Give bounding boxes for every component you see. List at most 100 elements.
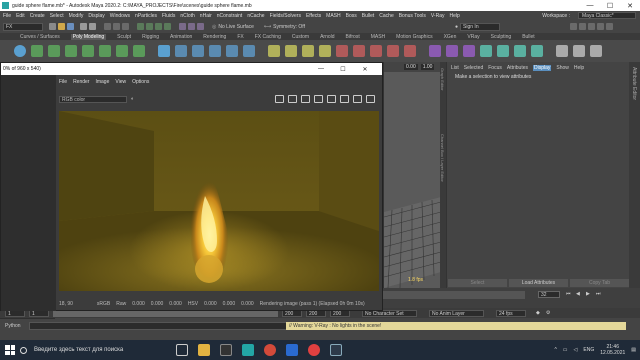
menu-bonus-tools[interactable]: Bonus Tools [399,13,426,19]
shelf-tab-poly-modeling[interactable]: Poly Modeling [70,33,107,40]
attribute-editor-tab[interactable]: Attribute Editor [629,62,640,288]
auto-map-icon[interactable] [463,45,475,57]
maya-taskbar-icon[interactable] [242,344,254,356]
scene-viewport[interactable]: 0.00 1.00 1.8 fps [383,62,441,288]
render-icon[interactable] [179,23,186,30]
stop-render-icon[interactable] [366,95,375,103]
yandex-browser-icon[interactable] [308,344,320,356]
color-wheel-icon[interactable]: ◐ [131,96,134,102]
render-maximize-button[interactable]: ☐ [332,66,354,73]
select-button[interactable]: Select [448,279,507,287]
new-scene-icon[interactable] [49,23,56,30]
center-pivot-icon[interactable] [590,45,602,57]
status-hsv[interactable]: HSV [188,301,198,307]
menu-file[interactable]: File [3,13,11,19]
poly-plane-icon[interactable] [99,45,111,57]
rewind-icon[interactable]: ⏮ [566,291,571,297]
insert-edge-loop-icon[interactable] [387,45,399,57]
panel-toggle-icon[interactable] [597,23,605,30]
copy-tab-button[interactable]: Copy Tab [570,279,629,287]
menu-edit[interactable]: Edit [16,13,25,19]
save-scene-icon[interactable] [67,23,74,30]
bevel-icon[interactable] [302,45,314,57]
super-shape-icon[interactable] [158,45,170,57]
freeze-icon[interactable] [573,45,585,57]
open-scene-icon[interactable] [58,23,65,30]
shelf-tab-bifrost[interactable]: Bifrost [346,34,360,40]
attr-menu-show[interactable]: Show [556,65,569,71]
sign-in-select[interactable]: Sign In [460,22,501,31]
menu-cache[interactable]: Cache [379,13,393,19]
clear-image-icon[interactable] [301,95,310,103]
ipr-icon[interactable] [353,95,362,103]
close-button[interactable]: ✕ [620,2,640,10]
shelf-tab-animation[interactable]: Animation [170,34,192,40]
save-image-icon[interactable] [275,95,284,103]
rw-menu-options[interactable]: Options [132,79,149,85]
menuset-select[interactable]: FX [3,22,43,31]
platonic-solid-icon[interactable] [133,45,145,57]
cleanup-icon[interactable] [531,45,543,57]
attr-menu-focus[interactable]: Focus [488,65,502,71]
menu-create[interactable]: Create [30,13,45,19]
command-input[interactable] [28,322,287,330]
extrude-icon[interactable] [268,45,280,57]
shelf-tab-fx-caching[interactable]: FX Caching [255,34,281,40]
shelf-tab-motion-graphics[interactable]: Motion Graphics [396,34,432,40]
shelf-tab-vray[interactable]: VRay [467,34,479,40]
anim-layer-select[interactable]: No Anim Layer [429,309,484,317]
shelf-tab-curves[interactable]: Curves / Surfaces [20,34,60,40]
harden-edge-icon[interactable] [497,45,509,57]
menu-select[interactable]: Select [50,13,64,19]
redo-icon[interactable] [89,23,96,30]
panel-toggle-icon[interactable] [606,23,614,30]
load-attributes-button[interactable]: Load Attributes [509,279,568,287]
poly-cube-icon[interactable] [31,45,43,57]
shelf-tab-bullet[interactable]: Bullet [522,34,535,40]
shelf-tab-xgen[interactable]: XGen [444,34,457,40]
status-raw[interactable]: Raw [116,301,126,307]
select-tool-icon[interactable] [104,23,111,30]
snap-curve-icon[interactable] [146,23,153,30]
render-image[interactable] [59,111,379,291]
symmetry-label[interactable]: Symmetry: Off [273,24,305,30]
snap-point-icon[interactable] [155,23,162,30]
menu-ncloth[interactable]: nCloth [180,13,194,19]
symmetry-icon[interactable]: ⟷ [264,24,271,30]
file-explorer-icon[interactable] [198,344,210,356]
menu-boss[interactable]: Boss [346,13,357,19]
menu-fields-solvers[interactable]: Fields/Solvers [270,13,301,19]
clock[interactable]: 21:46 12.05.2021 [600,344,625,356]
attr-menu-display[interactable]: Display [533,65,552,71]
shelf-tab-rendering[interactable]: Rendering [203,34,226,40]
shelf-tab-sculpting[interactable]: Sculpting [491,34,512,40]
command-language[interactable]: Python [5,323,21,329]
reduce-icon[interactable] [514,45,526,57]
snap-surface-icon[interactable] [164,23,171,30]
poly-sphere-icon[interactable] [14,45,26,57]
notifications-icon[interactable]: ▤ [631,347,636,353]
shelf-tab-mash[interactable]: MASH [371,34,385,40]
task-view-icon[interactable] [176,344,188,356]
menu-nhair[interactable]: nHair [200,13,212,19]
planar-map-icon[interactable] [446,45,458,57]
menu-nparticles[interactable]: nParticles [135,13,157,19]
attr-menu-selected[interactable]: Selected [464,65,483,71]
paint-select-icon[interactable] [122,23,129,30]
poly-disc-icon[interactable] [116,45,128,57]
uv-editor-icon[interactable] [429,45,441,57]
network-icon[interactable]: ▭ [563,347,568,353]
save-all-icon[interactable] [288,95,297,103]
play-back-icon[interactable]: ◀ [576,291,580,297]
combine-icon[interactable] [175,45,187,57]
tablet-app-icon[interactable] [220,344,232,356]
menu-help[interactable]: Help [450,13,460,19]
menu-nconstraint[interactable]: nConstraint [217,13,243,19]
menu-ncache[interactable]: nCache [247,13,264,19]
lasso-tool-icon[interactable] [113,23,120,30]
menu-display[interactable]: Display [88,13,104,19]
render-settings-icon[interactable] [197,23,204,30]
poly-torus-icon[interactable] [82,45,94,57]
region-render-icon[interactable] [327,95,336,103]
dark-app-icon[interactable] [330,344,342,356]
